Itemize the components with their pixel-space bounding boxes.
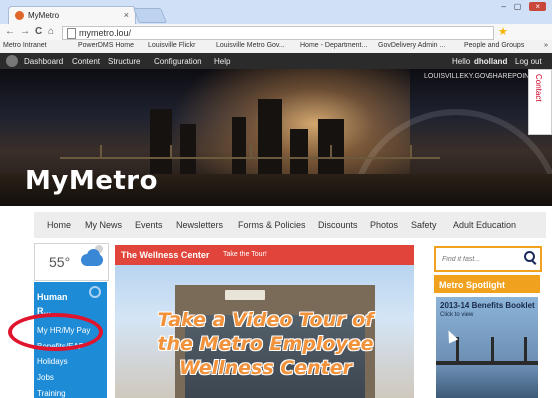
overlay-line: the Metro Employee [157,333,374,355]
admin-menu-item[interactable]: Structure [108,57,140,66]
address-toolbar: ← → C ⌂ mymetro.lou/ [0,24,552,40]
overlay-line: Take a Video Tour of [157,309,374,331]
logout-link[interactable]: Log out [515,57,542,66]
nav-item-forms-policies[interactable]: Forms & Policies [238,220,306,230]
browser-tab[interactable]: MyMetro × [8,6,136,24]
window-controls: – ▢ × [501,2,546,11]
admin-menu-item[interactable]: Content [72,57,100,66]
take-tour-link[interactable]: Take the Tour! [223,251,267,258]
bridge-deck [436,361,538,365]
hr-menu-item-jobs[interactable]: Jobs [37,373,54,382]
building-sign [225,290,265,300]
admin-toolbar: Dashboard Content Structure Configuratio… [0,53,552,69]
gear-icon[interactable] [89,286,101,298]
nav-item-events[interactable]: Events [135,220,163,230]
louisvilleky-link[interactable]: LOUISVILLEKY.GOV [424,73,490,80]
spotlight-image-title: 2013-14 Benefits Booklet [440,301,535,310]
search-icon[interactable] [524,251,535,262]
metro-spotlight-header: Metro Spotlight [434,275,540,293]
new-tab-button[interactable] [132,8,168,23]
url-text: mymetro.lou/ [79,28,132,38]
weather-widget[interactable]: 55° [34,243,109,281]
site-favicon-icon [15,11,24,20]
minimize-button[interactable]: – [501,2,505,11]
bookmarks-bar: Metro Intranet PowerDMS Home Louisville … [0,40,552,54]
hr-menu-item-holidays[interactable]: Holidays [37,357,68,366]
nav-item-my-news[interactable]: My News [85,220,122,230]
spotlight-image-caption: Click to view [440,312,474,318]
wellness-title[interactable]: The Wellness Center [121,250,209,260]
hr-menu-item-training[interactable]: Training [37,389,66,398]
nav-item-adult-education[interactable]: Adult Education [453,220,516,230]
nav-item-discounts[interactable]: Discounts [318,220,358,230]
partly-cloudy-icon [81,254,103,266]
nav-item-photos[interactable]: Photos [370,220,398,230]
bridge-tower [491,337,494,363]
site-logo[interactable]: MyMetro [25,166,158,196]
home-icon[interactable] [6,55,18,67]
admin-menu-item[interactable]: Dashboard [24,57,63,66]
video-tour-overlay-text[interactable]: Take a Video Tour of the Metro Employee … [118,308,413,380]
contact-label: Contact [534,74,543,102]
bookmark-item[interactable]: Louisville Metro Gov... [216,42,285,49]
hr-panel-title: Human [37,292,68,302]
bookmark-item[interactable]: Metro Intranet [3,42,47,49]
overlay-line: Wellness Center [179,357,352,379]
top-links: LOUISVILLEKY.GOV SHAREPOINT [0,69,552,81]
main-navigation: Home My News Events Newsletters Forms & … [34,212,546,238]
url-bar[interactable]: mymetro.lou/ [62,26,494,40]
search-input[interactable] [440,252,522,266]
temperature: 55° [49,254,71,270]
admin-menu-item[interactable]: Configuration [154,57,202,66]
admin-menu-item[interactable]: Help [214,57,230,66]
bookmarks-overflow[interactable]: » [544,42,548,49]
bridge-tower [456,337,459,363]
sharepoint-link[interactable]: SHAREPOINT [488,73,534,80]
reload-button[interactable]: C [35,26,42,37]
site-search [434,246,542,272]
username[interactable]: dholland [474,57,507,66]
nav-item-home[interactable]: Home [47,220,71,230]
spotlight-image[interactable]: 2013-14 Benefits Booklet Click to view [436,297,538,398]
window-close-button[interactable]: × [529,2,546,11]
nav-item-newsletters[interactable]: Newsletters [176,220,223,230]
spotlight-title: Metro Spotlight [439,280,505,290]
bookmark-item[interactable]: GovDelivery Admin ... [378,42,445,49]
contact-tab[interactable]: Contact [528,69,552,135]
maximize-button[interactable]: ▢ [514,2,522,11]
bookmark-item[interactable]: PowerDMS Home [78,42,134,49]
tab-title: MyMetro [28,11,60,20]
bookmark-star-icon[interactable]: ★ [498,25,508,38]
bridge-tower [524,337,527,363]
page-icon [67,28,76,39]
hello-label: Hello [452,57,471,66]
bookmark-item[interactable]: Louisville Flickr [148,42,195,49]
bookmark-item[interactable]: People and Groups [464,42,524,49]
bookmark-item[interactable]: Home - Department... [300,42,367,49]
nav-item-safety[interactable]: Safety [411,220,437,230]
tab-close-icon[interactable]: × [124,10,129,20]
highlight-oval-annotation [8,313,103,351]
forward-button[interactable]: → [20,26,30,37]
back-button[interactable]: ← [5,26,15,37]
wellness-header: The Wellness Center Take the Tour! [115,245,414,265]
home-button[interactable]: ⌂ [48,26,54,37]
